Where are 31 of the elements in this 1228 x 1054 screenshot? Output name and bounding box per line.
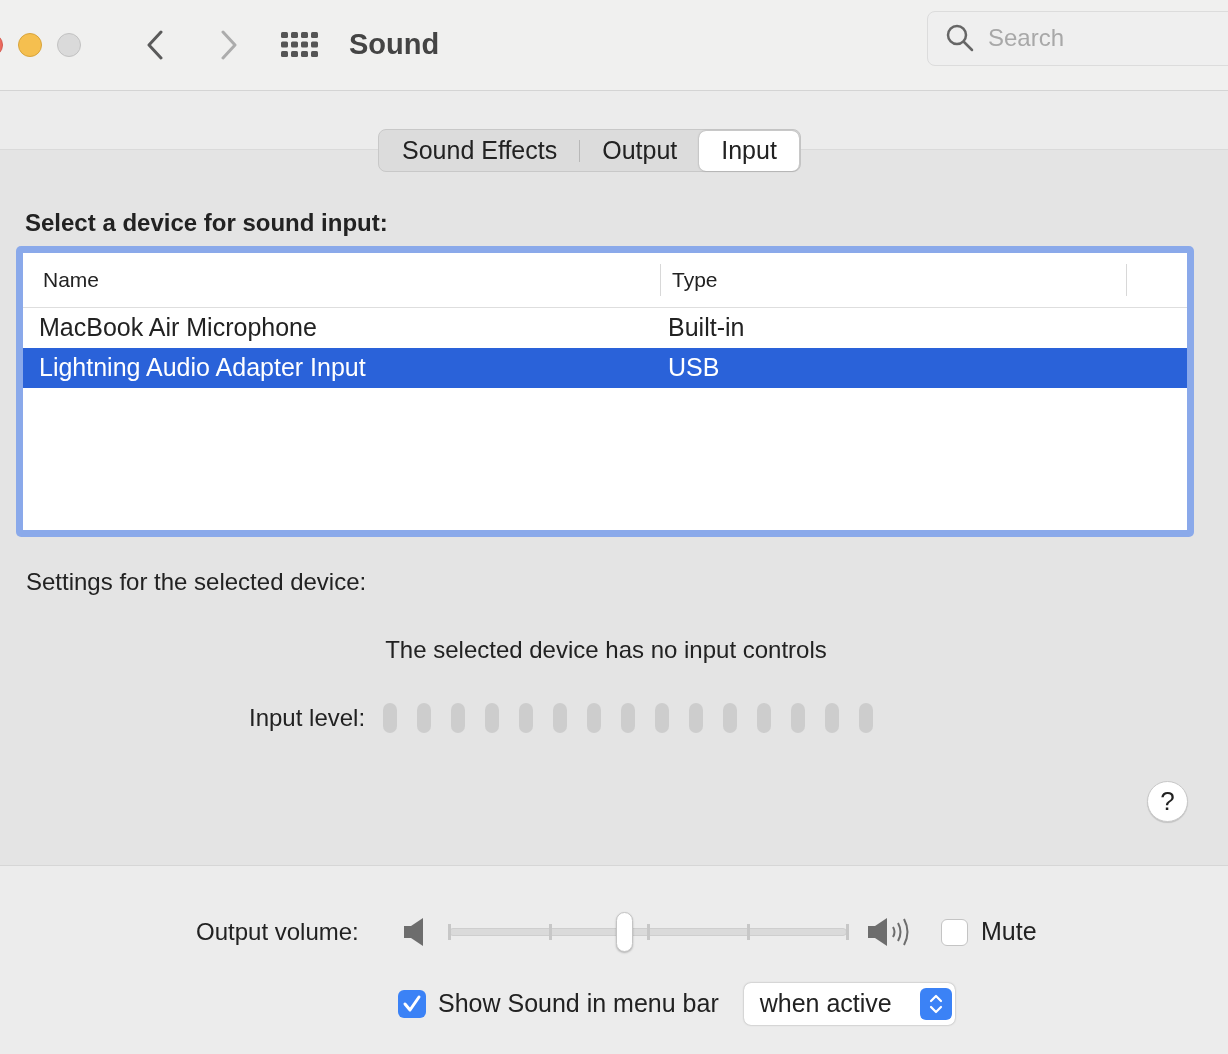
speaker-icon — [403, 917, 423, 947]
slider-thumb[interactable] — [616, 912, 634, 952]
table-cell-text: MacBook Air Microphone — [38, 312, 318, 344]
table-cell-text: USB — [668, 352, 720, 384]
output-volume-label: Output volume: — [196, 917, 360, 947]
window-title: Sound — [349, 27, 440, 63]
message-text: The selected device has no input controls — [385, 636, 827, 663]
volume-slider[interactable] — [449, 912, 847, 952]
table-cell-text: Lightning Audio Adapter Input — [38, 352, 367, 384]
section-heading: Select a device for sound input: — [25, 208, 388, 238]
minimize-button[interactable] — [18, 33, 42, 57]
zoom-button[interactable] — [57, 33, 81, 57]
mute-label: Mute — [981, 916, 1037, 948]
input-level-label: Input level: — [249, 703, 366, 733]
table-cell-text: Built-in — [668, 312, 745, 344]
tab[interactable]: Sound Effects — [380, 130, 580, 171]
popup-button[interactable]: when active — [743, 983, 955, 1025]
search-field[interactable]: Search — [927, 10, 1228, 66]
mute-checkbox[interactable] — [941, 918, 968, 946]
help-button[interactable]: ? — [1147, 781, 1188, 822]
tab[interactable]: Input — [699, 130, 799, 171]
column-header[interactable]: Type — [661, 264, 1127, 296]
menu-bar-checkbox[interactable] — [398, 990, 426, 1018]
stepper-icon — [919, 988, 952, 1020]
table-row[interactable]: Lightning Audio Adapter Input USB — [23, 348, 1187, 388]
tab[interactable]: Output — [580, 130, 700, 171]
column-header[interactable]: Name — [23, 264, 661, 296]
section-heading: Settings for the selected device: — [26, 567, 367, 597]
checkbox-label: Show Sound in menu bar — [438, 988, 719, 1020]
grid-button[interactable] — [280, 31, 318, 59]
search-icon — [946, 23, 974, 52]
